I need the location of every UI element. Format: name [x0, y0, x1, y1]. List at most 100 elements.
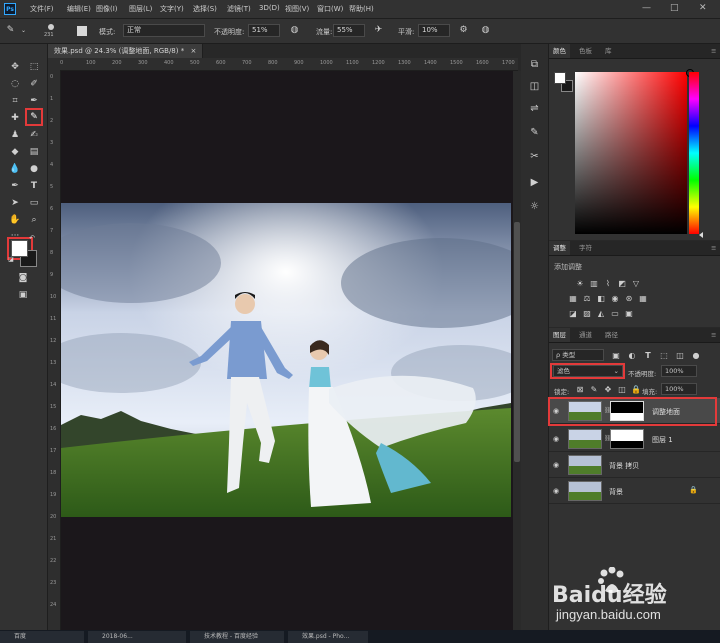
menu-window[interactable]: 窗口(W)	[317, 4, 343, 14]
eye-icon[interactable]: ◉	[553, 487, 559, 495]
menu-select[interactable]: 选择(S)	[193, 4, 217, 14]
lock-artboard-icon[interactable]: ◫	[617, 385, 627, 394]
mode-select[interactable]: 正常	[123, 24, 205, 37]
lightbulb-icon[interactable]: ☼	[528, 200, 541, 213]
move-tool-icon[interactable]: ✥	[8, 60, 22, 74]
color-lookup-icon[interactable]: ▦	[638, 294, 648, 303]
brightness-icon[interactable]: ☀	[575, 279, 585, 288]
hue-slider-marker[interactable]	[699, 232, 703, 238]
panel-menu-icon[interactable]: ≡	[707, 328, 720, 342]
screen-mode-icon[interactable]: ▣	[16, 288, 30, 302]
tab-libraries[interactable]: 库	[601, 44, 616, 58]
filter-type-icon[interactable]: T	[643, 351, 653, 360]
levels-icon[interactable]: ▥	[589, 279, 599, 288]
tab-channels[interactable]: 通道	[575, 328, 596, 342]
opacity-input[interactable]: 51%	[248, 24, 280, 37]
taskbar-item[interactable]: 技术教程 - 百度经验	[190, 631, 284, 643]
quick-mask-icon[interactable]: ◙	[16, 271, 30, 285]
brush-tool-icon[interactable]: ✎	[27, 110, 41, 124]
menu-help[interactable]: 帮助(H)	[349, 4, 374, 14]
brush-settings-panel-icon[interactable]: ✎	[528, 126, 541, 139]
foreground-color-swatch[interactable]	[11, 240, 28, 257]
eye-icon[interactable]: ◉	[553, 435, 559, 443]
panel-foreground-swatch[interactable]	[554, 72, 566, 84]
selective-color-icon[interactable]: ▣	[624, 309, 634, 318]
path-select-icon[interactable]: ➤	[8, 196, 22, 210]
scrollbar-thumb[interactable]	[514, 222, 520, 462]
layer-kind-filter[interactable]: ρ 类型	[552, 349, 604, 361]
vibrance-icon[interactable]: ▽	[631, 279, 641, 288]
smoothing-input[interactable]: 10%	[418, 24, 450, 37]
panel-menu-icon[interactable]: ≡	[707, 44, 720, 58]
hue-slider[interactable]	[689, 72, 699, 234]
menu-3d[interactable]: 3D(D)	[259, 4, 280, 12]
marquee-tool-icon[interactable]: ⬚	[27, 60, 41, 74]
properties-panel-icon[interactable]: ◫	[528, 80, 541, 93]
filter-smart-icon[interactable]: ◫	[675, 351, 685, 360]
channel-mixer-icon[interactable]: ⊛	[624, 294, 634, 303]
layer-row-layer-1[interactable]: ◉ ⛓ 图层 1	[549, 426, 720, 452]
hand-tool-icon[interactable]: ✋	[8, 213, 22, 227]
menu-filter[interactable]: 滤镜(T)	[227, 4, 251, 14]
filter-shape-icon[interactable]: ⬚	[659, 351, 669, 360]
filter-pixel-icon[interactable]: ▣	[611, 351, 621, 360]
curves-icon[interactable]: ⌇	[603, 279, 613, 288]
tab-layers[interactable]: 图层	[549, 328, 570, 342]
crop-tool-icon[interactable]: ⌗	[8, 94, 22, 108]
tab-paths[interactable]: 路径	[601, 328, 622, 342]
tab-adjustments[interactable]: 调整	[549, 241, 570, 255]
lock-position-icon[interactable]: ✥	[603, 385, 613, 394]
gradient-map-icon[interactable]: ▭	[610, 309, 620, 318]
type-tool-icon[interactable]: T	[27, 179, 41, 193]
posterize-icon[interactable]: ▨	[582, 309, 592, 318]
minimize-icon[interactable]: —	[642, 3, 651, 13]
brush-settings-icon[interactable]	[77, 26, 87, 36]
hue-saturation-icon[interactable]: ▦	[568, 294, 578, 303]
tab-close-icon[interactable]: ×	[190, 47, 196, 55]
invert-icon[interactable]: ◪	[568, 309, 578, 318]
pressure-size-icon[interactable]: ◍	[480, 25, 491, 36]
menu-edit[interactable]: 编辑(E)	[67, 4, 91, 14]
color-balance-icon[interactable]: ⚖	[582, 294, 592, 303]
eraser-tool-icon[interactable]: ◆	[8, 145, 22, 159]
history-panel-icon[interactable]: ⧉	[528, 58, 541, 71]
tab-character[interactable]: 字符	[575, 241, 596, 255]
pressure-opacity-icon[interactable]: ◍	[289, 25, 300, 36]
zoom-tool-icon[interactable]: ⌕	[27, 213, 41, 227]
taskbar-item[interactable]: 百度	[0, 631, 84, 643]
filter-adjust-icon[interactable]: ◐	[627, 351, 637, 360]
lock-all-icon[interactable]: 🔒	[631, 385, 641, 394]
healing-brush-icon[interactable]: ✚	[8, 111, 22, 125]
clone-source-panel-icon[interactable]: ✂	[528, 150, 541, 163]
fill-input[interactable]: 100%	[661, 383, 697, 395]
color-picker-field[interactable]	[575, 72, 687, 234]
taskbar-item[interactable]: 效果.psd - Pho...	[288, 631, 368, 643]
layer-mask-thumbnail[interactable]	[610, 429, 644, 449]
rectangle-tool-icon[interactable]: ▭	[27, 196, 41, 210]
clone-stamp-icon[interactable]: ♟	[8, 128, 22, 142]
wedding-photo[interactable]	[61, 203, 511, 517]
flow-input[interactable]: 55%	[333, 24, 365, 37]
gear-icon[interactable]: ⚙	[458, 25, 469, 36]
eye-icon[interactable]: ◉	[553, 461, 559, 469]
menu-image[interactable]: 图像(I)	[96, 4, 118, 14]
lock-pixels-icon[interactable]: ✎	[589, 385, 599, 394]
lock-transparent-icon[interactable]: ⊠	[575, 385, 585, 394]
panel-menu-icon[interactable]: ≡	[707, 241, 720, 255]
pen-tool-icon[interactable]: ✒	[8, 179, 22, 193]
quick-select-tool-icon[interactable]: ✐	[27, 77, 41, 91]
filter-toggle-icon[interactable]: ●	[691, 351, 701, 360]
layer-row-background[interactable]: ◉ 背景 🔒	[549, 478, 720, 504]
menu-view[interactable]: 视图(V)	[285, 4, 309, 14]
history-brush-icon[interactable]: ✍	[27, 128, 41, 142]
brush-preset-picker[interactable]: 231	[44, 23, 58, 39]
blend-mode-select[interactable]: 滤色 ⌄	[553, 365, 623, 377]
blur-tool-icon[interactable]: 💧	[8, 162, 22, 176]
threshold-icon[interactable]: ◭	[596, 309, 606, 318]
chevron-down-icon[interactable]: ⌄	[18, 25, 29, 36]
taskbar-item[interactable]: 2018-06...	[88, 631, 186, 643]
swap-colors-icon[interactable]: ↶	[28, 234, 36, 242]
brush-tool-icon[interactable]: ✎	[5, 25, 16, 36]
black-white-icon[interactable]: ◧	[596, 294, 606, 303]
close-icon[interactable]: ✕	[699, 3, 707, 13]
